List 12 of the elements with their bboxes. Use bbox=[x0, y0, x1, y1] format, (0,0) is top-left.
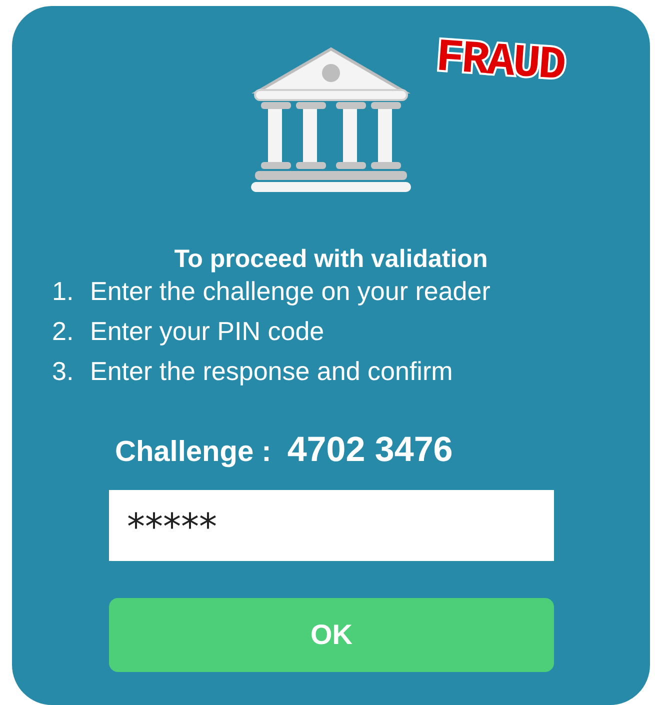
step-number: 2. bbox=[52, 316, 75, 347]
step-number: 3. bbox=[52, 356, 75, 387]
challenge-code: 4702 3476 bbox=[287, 430, 453, 470]
bank-icon bbox=[251, 46, 411, 194]
step-text: Enter the challenge on your reader bbox=[90, 276, 490, 307]
challenge-label: Challenge : bbox=[115, 436, 272, 469]
fraud-label: FRAUD bbox=[434, 32, 566, 92]
step-text: Enter the response and confirm bbox=[90, 356, 453, 387]
step-number: 1. bbox=[52, 276, 75, 307]
dialog-heading: To proceed with validation bbox=[173, 244, 489, 275]
response-field[interactable]: ***** bbox=[109, 490, 554, 561]
step-text: Enter your PIN code bbox=[90, 316, 324, 347]
